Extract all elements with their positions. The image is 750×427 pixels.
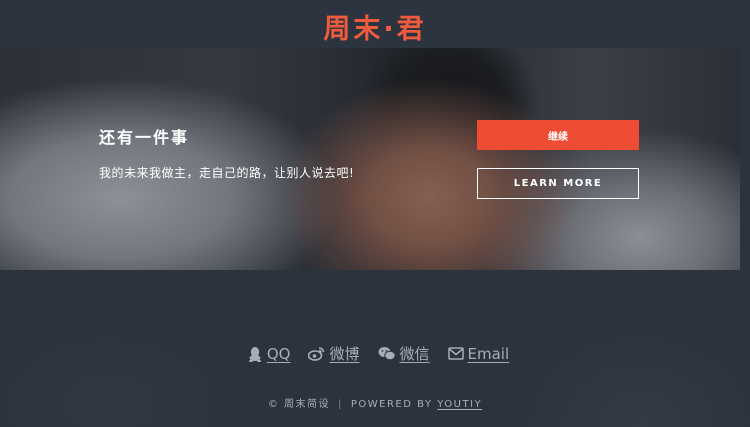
social-label-wechat: 微信 [399, 345, 430, 363]
copyright-line: © 周末简设 | POWERED BY YOUTIY [0, 395, 750, 410]
site-logo[interactable]: 周末·君 [0, 7, 750, 46]
social-link-email[interactable]: Email [447, 343, 510, 364]
powered-by-label: POWERED BY [350, 399, 433, 410]
hero-title: 还有一件事 [99, 128, 190, 147]
social-label-weibo: 微博 [329, 345, 360, 363]
continue-button[interactable]: 继续 [477, 120, 639, 150]
social-label-qq: QQ [266, 344, 291, 363]
envelope-icon [447, 347, 464, 360]
separator: | [338, 399, 343, 410]
social-link-qq[interactable]: QQ [247, 343, 291, 364]
page-edge [740, 48, 750, 270]
powered-by-link[interactable]: YOUTIY [437, 399, 482, 410]
social-link-weibo[interactable]: 微博 [308, 343, 360, 364]
social-links: QQ 微博 微信 Email [0, 343, 750, 364]
hero-subtitle: 我的未来我做主，走自己的路，让别人说去吧! [99, 166, 355, 180]
weibo-icon [308, 346, 325, 361]
wechat-icon [378, 346, 396, 361]
qq-icon [247, 346, 263, 362]
social-label-email: Email [467, 344, 510, 363]
copyright-text: © 周末简设 [267, 399, 330, 410]
site-header: 周末·君 [0, 0, 750, 48]
hero-banner: 还有一件事 我的未来我做主，走自己的路，让别人说去吧! 继续 LEARN MOR… [0, 48, 740, 270]
social-link-wechat[interactable]: 微信 [378, 343, 430, 364]
learn-more-button[interactable]: LEARN MORE [477, 168, 639, 199]
